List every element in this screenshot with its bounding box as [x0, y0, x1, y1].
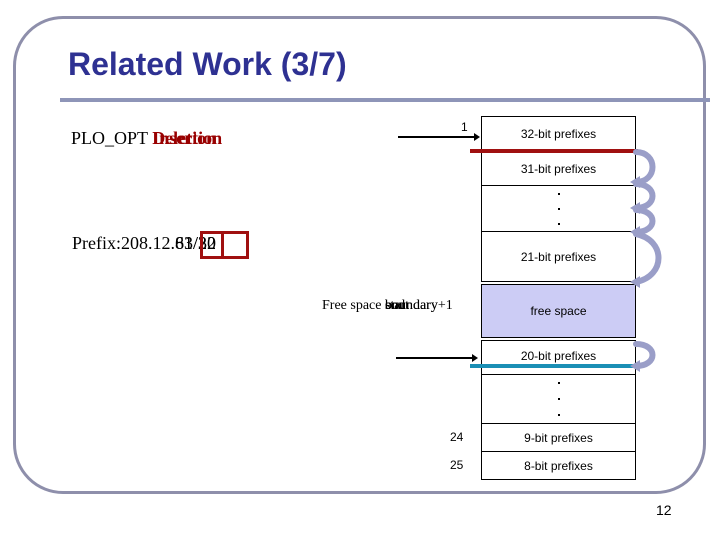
free-space-word-boundary-plus-1: boundary+1: [384, 298, 453, 313]
free-space-pointer-label: Free space start boundary end boundary+1: [322, 298, 453, 314]
row-index-25: 25: [450, 458, 464, 472]
free-space-prefix: Free space: [322, 298, 385, 313]
free-space-word-stack: start boundary end boundary+1: [385, 298, 453, 314]
pointer-label-1: 1: [461, 120, 468, 134]
insertion-boundary-line: [470, 364, 638, 368]
pointer-arrow-2: [396, 354, 478, 362]
table-row-ellipsis: [481, 185, 636, 232]
table-row-free-space: free space: [481, 284, 636, 338]
row-index-24: 24: [450, 430, 464, 444]
table-row: 20-bit prefixes: [481, 340, 636, 375]
row-label: free space: [530, 304, 587, 318]
ellipsis-dots: [557, 375, 560, 423]
row-label: 9-bit prefixes: [524, 430, 593, 445]
row-label: 20-bit prefixes: [520, 349, 597, 363]
table-row-ellipsis: [481, 374, 636, 424]
row-label: 21-bit prefixes: [520, 249, 597, 264]
title-underline: [60, 98, 710, 102]
row-label: 8-bit prefixes: [524, 458, 593, 473]
prefix-label: Prefix:208.12.63/20 81/32: [72, 233, 216, 254]
operation-prefix: PLO_OPT: [71, 128, 153, 148]
prefix-base: Prefix:208.12.: [72, 233, 175, 253]
table-row: 32-bit prefixes: [481, 116, 636, 152]
prefix-highlight-box-2: [221, 231, 249, 259]
table-row: 31-bit prefixes: [481, 151, 636, 186]
operation-label: PLO_OPT Deletion Insertion: [71, 128, 222, 149]
ellipsis-dots: [557, 186, 560, 231]
table-row: 8-bit prefixes: [481, 451, 636, 480]
table-row: 21-bit prefixes: [481, 231, 636, 282]
slide-title: Related Work (3/7): [68, 46, 347, 82]
curl-arrow-icon: [633, 231, 662, 285]
table-row: 9-bit prefixes: [481, 423, 636, 452]
pointer-arrow-1: [398, 133, 480, 141]
move-arrows: [630, 149, 662, 372]
operation-word-insertion: Insertion: [152, 128, 223, 148]
operation-word-stack: Deletion Insertion: [152, 128, 222, 149]
page-number: 12: [656, 502, 672, 518]
row-label: 32-bit prefixes: [520, 127, 597, 141]
deletion-boundary-line: [470, 149, 638, 153]
row-label: 31-bit prefixes: [520, 161, 597, 176]
